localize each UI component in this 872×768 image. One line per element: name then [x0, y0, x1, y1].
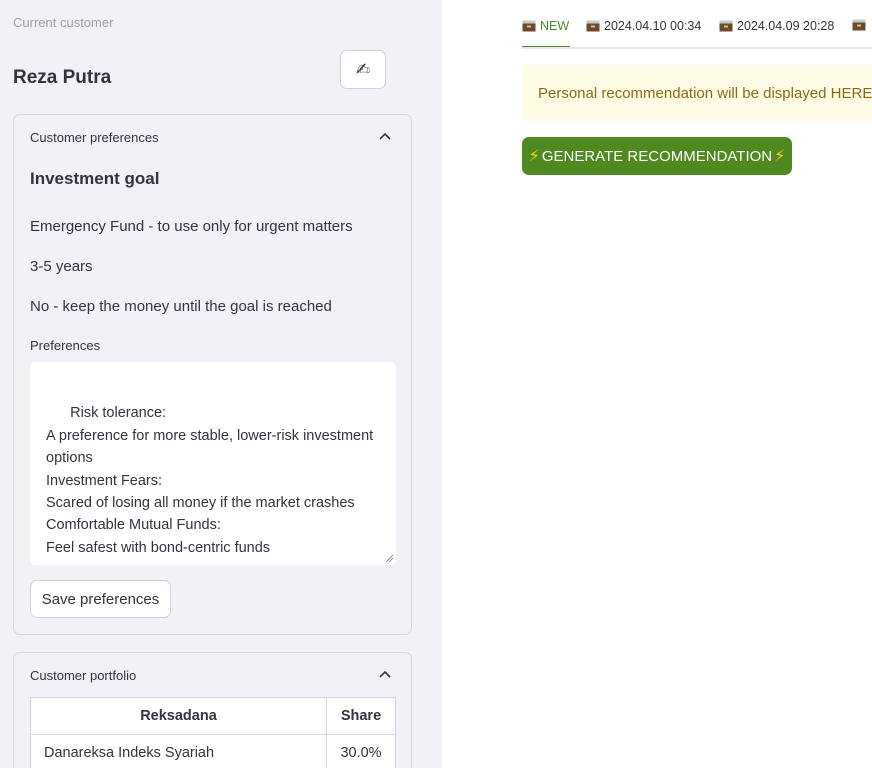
tab-more[interactable] — [852, 19, 870, 31]
portfolio-panel-title[interactable]: Customer portfolio — [30, 668, 136, 683]
edit-customer-button[interactable]: ✍ — [340, 50, 386, 89]
table-header-row: Reksadana Share — [30, 697, 396, 735]
chevron-up-icon[interactable] — [379, 132, 391, 140]
active-tab-indicator — [522, 46, 570, 47]
lightning-icon: ⚡ — [774, 148, 786, 165]
preferences-text: Risk tolerance: A preference for more st… — [46, 405, 374, 556]
generate-button-label: GENERATE RECOMMENDATION — [541, 147, 773, 165]
preferences-textarea[interactable]: Risk tolerance: A preference for more st… — [30, 362, 396, 565]
tab-label: NEW — [540, 19, 570, 33]
card-box-icon — [586, 20, 600, 32]
preferences-panel-title[interactable]: Customer preferences — [30, 130, 159, 145]
chevron-up-icon[interactable] — [379, 670, 391, 678]
sidebar: Current customer Reza Putra ✍ Customer p… — [0, 0, 442, 768]
investment-goal-heading: Investment goal — [30, 169, 160, 188]
tab-2024-04-09[interactable]: 2024.04.09 20:28 — [719, 19, 834, 33]
tab-label: 2024.04.09 20:28 — [737, 19, 835, 33]
column-header-share: Share — [326, 697, 396, 735]
customer-portfolio-panel: Customer portfolio Reksadana Share Danar… — [13, 652, 412, 768]
column-header-reksadana: Reksadana — [30, 697, 327, 735]
share-cell: 30.0% — [326, 734, 396, 768]
tab-label: 2024.04.10 00:34 — [604, 19, 702, 33]
lightning-icon: ⚡ — [528, 148, 540, 165]
customer-preferences-panel: Customer preferences Investment goal Eme… — [13, 114, 412, 635]
tab-2024-04-10[interactable]: 2024.04.10 00:34 — [586, 19, 701, 33]
table-row: Danareksa Indeks Syariah 30.0% — [30, 734, 396, 768]
save-preferences-button[interactable]: Save preferences — [30, 580, 171, 618]
withdrawal-policy-value: No - keep the money until the goal is re… — [30, 298, 332, 315]
history-tabs: NEW 2024.04.10 00:34 2024.04.09 20:28 — [522, 0, 872, 49]
card-box-icon — [852, 19, 866, 31]
card-box-icon — [719, 20, 733, 32]
tab-new[interactable]: NEW — [522, 19, 569, 33]
card-box-icon — [522, 20, 536, 32]
generate-recommendation-button[interactable]: ⚡ GENERATE RECOMMENDATION ⚡ — [522, 137, 792, 175]
writing-hand-icon: ✍ — [355, 59, 371, 79]
portfolio-table: Reksadana Share Danareksa Indeks Syariah… — [30, 697, 396, 768]
investment-horizon-value: 3-5 years — [30, 258, 93, 275]
customer-name: Reza Putra — [13, 67, 112, 88]
current-customer-label: Current customer — [13, 15, 114, 30]
resize-handle-icon[interactable] — [385, 554, 394, 563]
preferences-label: Preferences — [30, 338, 101, 353]
recommendation-placeholder: Personal recommendation will be displaye… — [522, 65, 872, 121]
fund-name-cell: Danareksa Indeks Syariah — [30, 734, 327, 768]
investment-goal-value: Emergency Fund - to use only for urgent … — [30, 218, 353, 235]
